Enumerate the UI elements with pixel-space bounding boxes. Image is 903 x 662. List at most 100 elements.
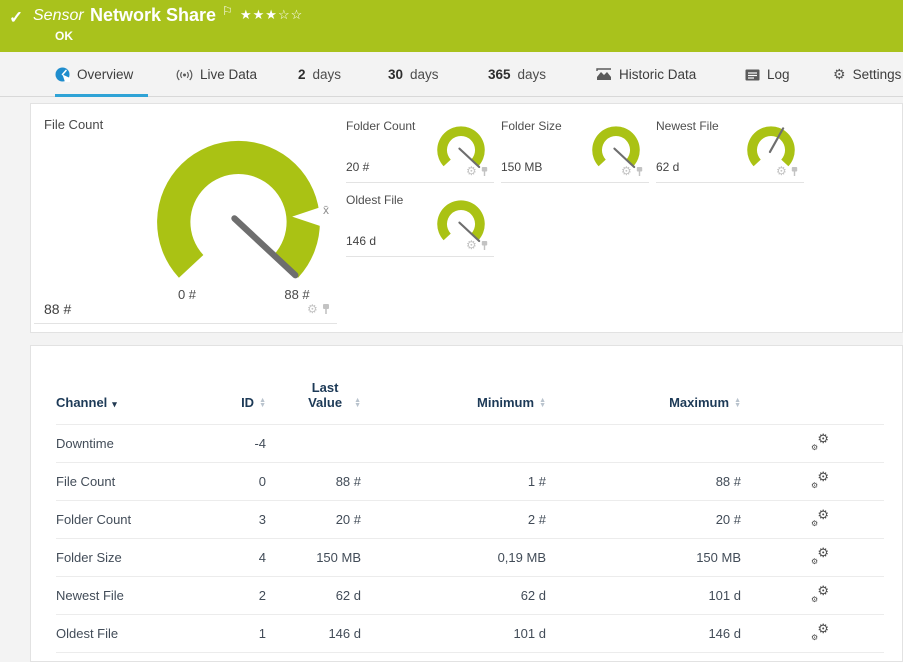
channel-minimum: 62 d	[361, 577, 546, 615]
active-tab-underline	[55, 94, 148, 97]
channel-id: 3	[181, 501, 266, 539]
gauge-pin-icon[interactable]	[480, 166, 489, 177]
priority-stars[interactable]: ★★★☆☆	[240, 7, 303, 23]
channel-last-value: 146 d	[266, 615, 361, 653]
tab-overview-label: Overview	[77, 67, 133, 82]
gear-icon: ⚙	[833, 66, 846, 83]
sort-icon: ▲▼	[734, 399, 741, 409]
column-header-last-value[interactable]: Last Value▲▼	[266, 374, 361, 425]
gauge-settings-icon[interactable]: ⚙	[466, 165, 477, 177]
table-row-newest-file: Newest File 2 62 d 62 d 101 d ⚙⚙	[56, 577, 884, 615]
tab-2-days[interactable]: 2 days	[298, 52, 341, 97]
gauge-current-value: 150 MB	[501, 160, 542, 174]
tab-historic-label: Historic Data	[619, 67, 696, 82]
sort-icon: ▲▼	[259, 399, 266, 409]
gauge-pin-icon[interactable]	[321, 303, 331, 315]
channels-panel: Channel▾ ID▲▼ Last Value▲▼ Minimum▲▼ Max…	[30, 345, 903, 662]
average-marker: x̄	[323, 203, 329, 217]
channel-maximum: 150 MB	[546, 539, 741, 577]
channel-last-value: 88 #	[266, 463, 361, 501]
star-icon-filled[interactable]: ★★★	[240, 7, 278, 22]
sensor-title: Network Share	[90, 5, 216, 26]
channel-minimum: 1 #	[361, 463, 546, 501]
gauge-pin-icon[interactable]	[480, 240, 489, 251]
channel-id: 1	[181, 615, 266, 653]
gauge-settings-icon[interactable]: ⚙	[307, 303, 318, 315]
column-header-maximum[interactable]: Maximum▲▼	[546, 374, 741, 425]
gauge-title: File Count	[44, 117, 103, 132]
file-count-gauge-dial	[146, 126, 331, 311]
gauge-oldest-file: Oldest File 146 d ⚙	[346, 187, 494, 258]
channel-settings-icon[interactable]: ⚙⚙	[811, 586, 829, 602]
gauge-settings-icon[interactable]: ⚙	[776, 165, 787, 177]
table-bottom-divider	[56, 653, 884, 654]
historic-chart-icon	[596, 68, 612, 81]
channel-id: 2	[181, 577, 266, 615]
channel-name[interactable]: Folder Size	[56, 539, 181, 577]
gauge-current-value: 20 #	[346, 160, 369, 174]
tab-bar: Overview Live Data 2 days 30 days 365 da…	[0, 52, 903, 97]
gauge-pin-icon[interactable]	[790, 166, 799, 177]
gauge-title: Folder Size	[501, 119, 562, 133]
gauge-newest-file: Newest File 62 d ⚙	[656, 113, 804, 184]
live-data-icon	[176, 69, 193, 81]
cell-divider	[501, 182, 649, 183]
table-row-oldest-file: Oldest File 1 146 d 101 d 146 d ⚙⚙	[56, 615, 884, 653]
star-icon-empty[interactable]: ☆☆	[278, 7, 303, 22]
tab-historic-data[interactable]: Historic Data	[596, 52, 696, 97]
channel-last-value: 62 d	[266, 577, 361, 615]
gauge-pin-icon[interactable]	[635, 166, 644, 177]
channel-minimum: 101 d	[361, 615, 546, 653]
gauge-settings-icon[interactable]: ⚙	[621, 165, 632, 177]
channels-table: Channel▾ ID▲▼ Last Value▲▼ Minimum▲▼ Max…	[56, 374, 884, 653]
cell-divider	[34, 323, 337, 324]
tab-overview[interactable]: Overview	[55, 52, 133, 97]
channel-minimum: 2 #	[361, 501, 546, 539]
channels-table-body: Downtime -4 ⚙⚙ File Count 0 88 # 1 # 88 …	[56, 425, 884, 654]
gauge-settings-icon[interactable]: ⚙	[466, 239, 477, 251]
channel-settings-icon[interactable]: ⚙⚙	[811, 472, 829, 488]
channel-last-value	[266, 425, 361, 463]
channel-name[interactable]: Folder Count	[56, 501, 181, 539]
column-header-id[interactable]: ID▲▼	[181, 374, 266, 425]
channel-settings-icon[interactable]: ⚙⚙	[811, 434, 829, 450]
gauge-folder-size: Folder Size 150 MB ⚙	[501, 113, 649, 184]
tab-30-days[interactable]: 30 days	[388, 52, 439, 97]
channel-minimum: 0,19 MB	[361, 539, 546, 577]
tab-settings[interactable]: ⚙ Settings	[833, 52, 901, 97]
channel-last-value: 20 #	[266, 501, 361, 539]
column-header-minimum[interactable]: Minimum▲▼	[361, 374, 546, 425]
tab-settings-label: Settings	[853, 67, 902, 82]
gauge-title: Newest File	[656, 119, 719, 133]
sensor-status-text: OK	[55, 29, 73, 43]
channel-id: -4	[181, 425, 266, 463]
channel-settings-icon[interactable]: ⚙⚙	[811, 624, 829, 640]
tab-live-data[interactable]: Live Data	[176, 52, 257, 97]
tab-365-days[interactable]: 365 days	[488, 52, 546, 97]
channel-settings-icon[interactable]: ⚙⚙	[811, 510, 829, 526]
object-kind-label: Sensor	[33, 7, 84, 25]
channel-maximum: 20 #	[546, 501, 741, 539]
gauge-scale-max: 88 #	[274, 287, 320, 302]
column-header-channel[interactable]: Channel▾	[56, 374, 181, 425]
channel-name[interactable]: Downtime	[56, 425, 181, 463]
channel-minimum	[361, 425, 546, 463]
tab-log-label: Log	[767, 67, 790, 82]
channel-name[interactable]: Oldest File	[56, 615, 181, 653]
sort-icon: ▲▼	[354, 399, 361, 409]
cell-divider	[656, 182, 804, 183]
channel-last-value: 150 MB	[266, 539, 361, 577]
flag-icon[interactable]: ⚐	[222, 4, 233, 18]
gauge-icon	[55, 67, 70, 82]
channel-id: 4	[181, 539, 266, 577]
channel-maximum: 88 #	[546, 463, 741, 501]
channel-name[interactable]: File Count	[56, 463, 181, 501]
tab-live-data-label: Live Data	[200, 67, 257, 82]
table-row-file-count: File Count 0 88 # 1 # 88 # ⚙⚙	[56, 463, 884, 501]
sort-desc-icon: ▾	[112, 399, 117, 409]
tab-log[interactable]: Log	[745, 52, 790, 97]
channel-name[interactable]: Newest File	[56, 577, 181, 615]
channel-id: 0	[181, 463, 266, 501]
channel-settings-icon[interactable]: ⚙⚙	[811, 548, 829, 564]
channel-maximum	[546, 425, 741, 463]
